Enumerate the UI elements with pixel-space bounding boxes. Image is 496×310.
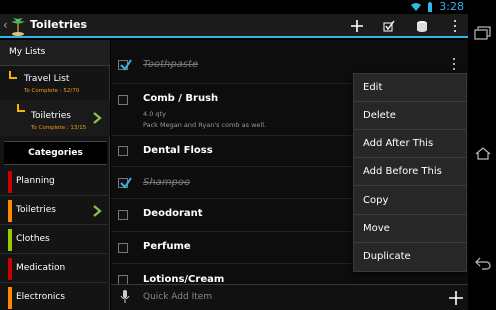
menu-item-move[interactable]: Move bbox=[354, 215, 466, 243]
menu-item-add-before[interactable]: Add Before This bbox=[354, 158, 466, 186]
menu-item-label: Duplicate bbox=[363, 251, 411, 262]
menu-item-label: Delete bbox=[363, 110, 396, 121]
checklist-button[interactable] bbox=[378, 16, 400, 36]
list-progress: To Complete : 13/15 bbox=[31, 125, 87, 131]
category-label: Planning bbox=[16, 176, 55, 186]
status-bar: 3:28 bbox=[0, 0, 468, 14]
sidebar-list-toiletries[interactable]: Toiletries To Complete : 13/15 bbox=[0, 100, 110, 136]
menu-item-copy[interactable]: Copy bbox=[354, 187, 466, 215]
storage-button[interactable] bbox=[411, 16, 433, 36]
recent-apps-icon[interactable] bbox=[474, 26, 492, 40]
category-color bbox=[8, 171, 12, 193]
status-icons: 3:28 bbox=[411, 1, 464, 13]
chevron-right-icon bbox=[93, 205, 102, 217]
list-bracket-icon bbox=[17, 104, 25, 112]
status-time: 3:28 bbox=[439, 0, 464, 13]
list-bracket-icon bbox=[9, 71, 17, 79]
category-color bbox=[8, 258, 12, 280]
storage-icon bbox=[417, 20, 427, 32]
chevron-right-icon bbox=[93, 112, 102, 124]
category-electronics[interactable]: Electronics bbox=[0, 284, 108, 310]
category-color bbox=[8, 200, 12, 222]
category-label: Medication bbox=[16, 263, 66, 273]
item-context-menu: Edit Delete Add After This Add Before Th… bbox=[353, 73, 467, 272]
item-name: Shampoo bbox=[143, 177, 191, 188]
item-checkbox[interactable] bbox=[118, 210, 128, 220]
item-checkbox[interactable] bbox=[118, 275, 128, 284]
item-note: Pack Megan and Ryan's comb as well. bbox=[143, 121, 267, 129]
menu-item-label: Move bbox=[363, 223, 390, 234]
checklist-icon bbox=[383, 20, 395, 32]
add-item-icon[interactable] bbox=[447, 289, 465, 307]
add-list-button[interactable] bbox=[346, 16, 368, 36]
my-lists-header: My Lists bbox=[0, 40, 110, 66]
item-name: Perfume bbox=[143, 241, 191, 252]
overflow-icon bbox=[454, 20, 456, 32]
list-name: Travel List bbox=[24, 74, 70, 84]
checkmark-icon bbox=[120, 59, 132, 71]
item-name: Comb / Brush bbox=[143, 93, 219, 104]
menu-item-label: Add After This bbox=[363, 138, 434, 149]
category-medication[interactable]: Medication bbox=[0, 255, 108, 283]
category-label: Toiletries bbox=[16, 205, 56, 215]
wifi-icon bbox=[411, 3, 422, 11]
system-nav-bar bbox=[468, 0, 496, 310]
app-logo-icon[interactable] bbox=[10, 16, 26, 36]
checkmark-icon bbox=[120, 177, 132, 189]
category-label: Clothes bbox=[16, 234, 50, 244]
item-checkbox[interactable] bbox=[118, 243, 128, 253]
item-name: Toothpaste bbox=[143, 59, 199, 70]
category-label: Electronics bbox=[16, 292, 66, 302]
item-name: Dental Floss bbox=[143, 145, 213, 156]
add-icon bbox=[351, 20, 363, 32]
quick-add-input[interactable] bbox=[143, 290, 423, 304]
battery-icon bbox=[428, 2, 433, 12]
category-toiletries[interactable]: Toiletries bbox=[0, 197, 108, 225]
back-icon[interactable] bbox=[474, 256, 492, 270]
action-bar: ‹ Toiletries bbox=[0, 14, 468, 38]
overflow-menu-button[interactable] bbox=[444, 16, 466, 36]
menu-item-edit[interactable]: Edit bbox=[354, 74, 466, 102]
menu-item-label: Add Before This bbox=[363, 166, 442, 177]
item-quantity: 4.0 qty bbox=[143, 110, 166, 118]
menu-item-duplicate[interactable]: Duplicate bbox=[354, 243, 466, 271]
home-icon[interactable] bbox=[474, 146, 492, 160]
category-color bbox=[8, 229, 12, 251]
item-checkbox[interactable] bbox=[118, 95, 128, 105]
item-name: Lotions/Cream bbox=[143, 274, 225, 284]
item-name: Deodorant bbox=[143, 208, 203, 219]
item-checkbox[interactable] bbox=[118, 177, 132, 189]
microphone-icon[interactable] bbox=[120, 290, 130, 304]
category-clothes[interactable]: Clothes bbox=[0, 226, 108, 254]
quick-add-bar bbox=[111, 284, 468, 310]
up-caret-icon[interactable]: ‹ bbox=[3, 18, 8, 32]
categories-title: Categories bbox=[28, 148, 83, 158]
sidebar-list-travel[interactable]: Travel List To Complete : 52/70 bbox=[0, 67, 110, 99]
item-checkbox[interactable] bbox=[118, 146, 128, 156]
sidebar: My Lists Travel List To Complete : 52/70… bbox=[0, 40, 110, 310]
my-lists-title: My Lists bbox=[9, 47, 46, 57]
list-name: Toiletries bbox=[31, 111, 71, 121]
category-planning[interactable]: Planning bbox=[0, 168, 108, 196]
menu-item-label: Copy bbox=[363, 195, 389, 206]
item-overflow-icon[interactable] bbox=[452, 57, 456, 71]
category-color bbox=[8, 287, 12, 309]
menu-item-add-after[interactable]: Add After This bbox=[354, 130, 466, 158]
menu-item-label: Edit bbox=[363, 82, 383, 93]
item-checkbox[interactable] bbox=[118, 59, 132, 71]
categories-header: Categories bbox=[4, 141, 107, 165]
list-progress: To Complete : 52/70 bbox=[24, 88, 80, 94]
menu-item-delete[interactable]: Delete bbox=[354, 102, 466, 130]
page-title: Toiletries bbox=[30, 18, 88, 31]
